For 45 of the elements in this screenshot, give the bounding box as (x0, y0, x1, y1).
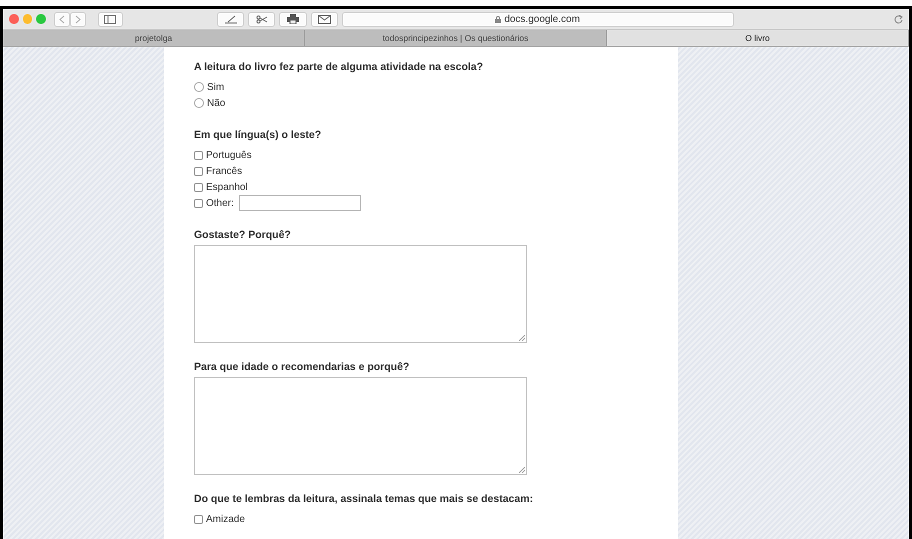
answer-textarea[interactable] (194, 245, 527, 343)
radio-button[interactable] (194, 82, 204, 92)
mail-button[interactable] (310, 12, 338, 26)
zoom-button[interactable] (36, 14, 46, 24)
option-label: Português (206, 150, 252, 160)
option-label: Amizade (206, 514, 245, 524)
question-title: Do que te lembras da leitura, assinala temas que mais se destacam: (194, 493, 534, 505)
resize-grip-icon (519, 467, 525, 473)
edit-button[interactable] (216, 12, 244, 26)
chevron-right-icon (74, 14, 81, 24)
close-button[interactable] (9, 14, 19, 24)
forward-button[interactable] (70, 12, 86, 26)
radio-button[interactable] (194, 98, 204, 108)
checkbox[interactable] (194, 166, 203, 176)
resize-grip-icon (519, 335, 525, 341)
option-label: Sim (207, 82, 224, 92)
option-label: Não (207, 98, 226, 108)
printer-icon (286, 14, 299, 24)
question-title: Em que língua(s) o leste? (194, 129, 322, 141)
question-title: Gostaste? Porquê? (194, 229, 292, 241)
option-label: Espanhol (206, 182, 248, 192)
lock-icon (495, 16, 502, 22)
answer-textarea[interactable] (194, 377, 527, 475)
checkbox[interactable] (194, 514, 203, 524)
back-button[interactable] (54, 12, 70, 26)
pen-icon (224, 14, 238, 24)
question-title: Para que idade o recomendarias e porquê? (194, 361, 410, 373)
browser-tab[interactable]: O livro (607, 30, 909, 46)
cut-button[interactable] (248, 12, 276, 26)
address-bar[interactable]: docs.google.com (342, 12, 734, 26)
url-text: docs.google.com (504, 14, 580, 24)
sidebar-button[interactable] (98, 12, 123, 26)
chevron-left-icon (58, 14, 65, 24)
print-button[interactable] (279, 12, 307, 26)
sidebar-icon (104, 14, 116, 24)
checkbox[interactable] (194, 182, 203, 192)
option-label: Other: (206, 198, 234, 208)
checkbox[interactable] (194, 150, 203, 160)
reload-icon[interactable] (894, 14, 903, 24)
scissors-icon (256, 14, 268, 24)
option-label: Francês (206, 166, 242, 176)
checkbox[interactable] (194, 198, 203, 208)
question-title: A leitura do livro fez parte de alguma atividade na escola? (194, 61, 484, 73)
envelope-icon (318, 14, 331, 24)
other-input-field[interactable] (238, 195, 361, 211)
